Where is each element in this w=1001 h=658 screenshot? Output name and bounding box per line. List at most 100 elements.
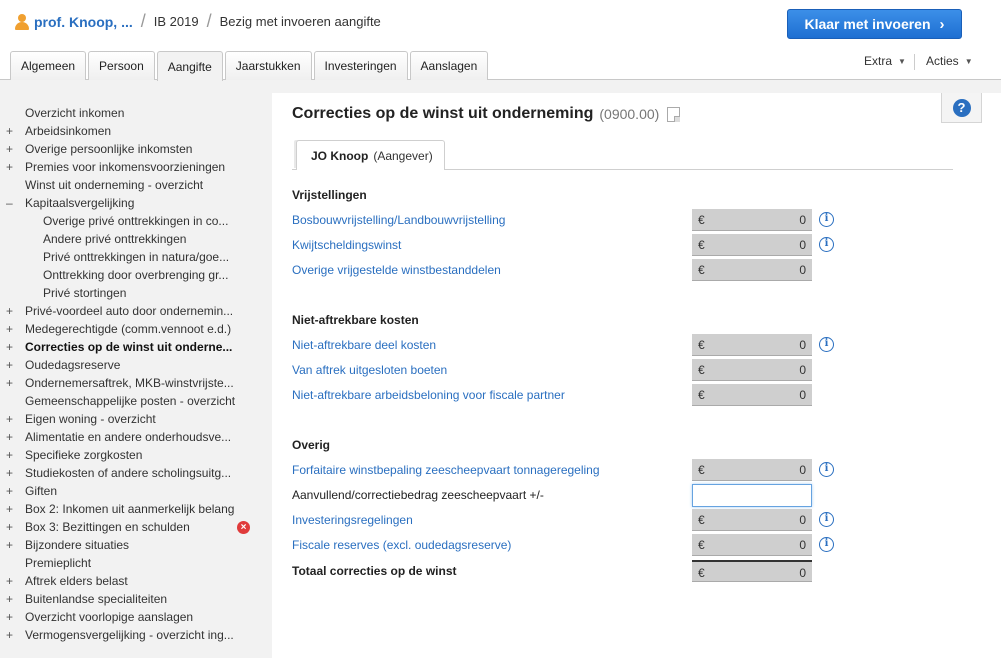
sidebar-item-kapitaalsvergelijking[interactable]: – Kapitaalsvergelijking bbox=[0, 194, 270, 212]
sidebar-item-arbeidsinkomen[interactable]: + Arbeidsinkomen bbox=[0, 122, 270, 140]
page-title: Correcties op de winst uit onderneming (… bbox=[292, 105, 681, 123]
sidebar-item-premies-voor-inkomensvoorzieningen[interactable]: + Premies voor inkomensvoorzieningen bbox=[0, 158, 270, 176]
field-label-van-aftrek-uitgesloten-boeten[interactable]: Van aftrek uitgesloten boeten bbox=[292, 363, 447, 377]
info-icon[interactable]: i bbox=[819, 512, 834, 527]
expand-icon[interactable]: + bbox=[6, 590, 16, 608]
top-bar: prof. Knoop, ... / IB 2019 / Bezig met i… bbox=[0, 0, 1001, 81]
expand-icon[interactable]: + bbox=[6, 500, 16, 518]
sidebar-item-box-2-inkomen-uit-aanmerkelijk-belang[interactable]: + Box 2: Inkomen uit aanmerkelijk belang bbox=[0, 500, 270, 518]
tab-persoon[interactable]: Persoon bbox=[88, 51, 155, 80]
sidebar-item-correcties-op-de-winst-uit-onderne[interactable]: + Correcties op de winst uit onderne... bbox=[0, 338, 270, 356]
form-row: Fiscale reserves (excl. oudedagsreserve)… bbox=[272, 534, 1001, 559]
expand-icon[interactable]: + bbox=[6, 626, 16, 644]
expand-icon[interactable]: + bbox=[6, 608, 16, 626]
field-label-kwijtscheldingswinst[interactable]: Kwijtscheldingswinst bbox=[292, 238, 401, 252]
expand-icon[interactable]: + bbox=[6, 518, 16, 536]
expand-icon[interactable]: + bbox=[6, 572, 16, 590]
amount-value: 0 bbox=[799, 263, 806, 277]
sidebar-item-buitenlandse-specialiteiten[interactable]: + Buitenlandse specialiteiten bbox=[0, 590, 270, 608]
sidebar-item-giften[interactable]: + Giften bbox=[0, 482, 270, 500]
sidebar-item-priv-stortingen[interactable]: Privé stortingen bbox=[0, 284, 270, 302]
sidebar-item-oudedagsreserve[interactable]: + Oudedagsreserve bbox=[0, 356, 270, 374]
sidebar-item-priv-voordeel-auto-door-ondernemin[interactable]: + Privé-voordeel auto door ondernemin... bbox=[0, 302, 270, 320]
collapse-icon[interactable]: – bbox=[6, 194, 16, 212]
expand-icon[interactable]: + bbox=[6, 356, 16, 374]
amount-value: 0 bbox=[799, 213, 806, 227]
sidebar-item-aftrek-elders-belast[interactable]: + Aftrek elders belast bbox=[0, 572, 270, 590]
sidebar-item-alimentatie-en-andere-onderhoudsve[interactable]: + Alimentatie en andere onderhoudsve... bbox=[0, 428, 270, 446]
extra-menu-label: Extra bbox=[864, 54, 893, 68]
sidebar-item-vermogensvergelijking-overzicht-ing[interactable]: + Vermogensvergelijking - overzicht ing..… bbox=[0, 626, 270, 644]
amount-value: 0 bbox=[799, 363, 806, 377]
sidebar-item-eigen-woning-overzicht[interactable]: + Eigen woning - overzicht bbox=[0, 410, 270, 428]
sidebar-item-andere-priv-onttrekkingen[interactable]: Andere privé onttrekkingen bbox=[0, 230, 270, 248]
sidebar-item-winst-uit-onderneming-overzicht[interactable]: Winst uit onderneming - overzicht bbox=[0, 176, 270, 194]
sidebar-item-gemeenschappelijke-posten-overzicht[interactable]: Gemeenschappelijke posten - overzicht bbox=[0, 392, 270, 410]
correction-amount-input[interactable] bbox=[692, 484, 812, 507]
note-icon[interactable] bbox=[667, 106, 681, 122]
amount-value: 0 bbox=[799, 238, 806, 252]
info-icon[interactable]: i bbox=[819, 337, 834, 352]
expand-icon[interactable]: + bbox=[6, 536, 16, 554]
amount-field: €0 bbox=[692, 459, 812, 481]
currency-symbol: € bbox=[698, 538, 705, 552]
sidebar-item-specifieke-zorgkosten[interactable]: + Specifieke zorgkosten bbox=[0, 446, 270, 464]
sidebar-item-overzicht-voorlopige-aanslagen[interactable]: + Overzicht voorlopige aanslagen bbox=[0, 608, 270, 626]
field-label-forfaitaire-winstbepaling-zeescheepvaart[interactable]: Forfaitaire winstbepaling zeescheepvaart… bbox=[292, 463, 600, 477]
sidebar-item-bijzondere-situaties[interactable]: + Bijzondere situaties bbox=[0, 536, 270, 554]
field-label-overige-vrijgestelde-winstbestanddelen[interactable]: Overige vrijgestelde winstbestanddelen bbox=[292, 263, 501, 277]
person-tab[interactable]: JO Knoop (Aangever) bbox=[296, 140, 445, 170]
expand-icon[interactable]: + bbox=[6, 410, 16, 428]
sidebar-item-medegerechtigde-comm-vennoot-e-d[interactable]: + Medegerechtigde (comm.vennoot e.d.) bbox=[0, 320, 270, 338]
acties-menu[interactable]: Acties ▼ bbox=[926, 54, 973, 68]
expand-icon[interactable]: + bbox=[6, 140, 16, 158]
extra-menu[interactable]: Extra ▼ bbox=[864, 54, 906, 68]
field-label-niet-aftrekbare-arbeidsbeloning-voor-fis[interactable]: Niet-aftrekbare arbeidsbeloning voor fis… bbox=[292, 388, 565, 402]
finish-input-button[interactable]: Klaar met invoeren › bbox=[787, 9, 962, 39]
expand-icon[interactable]: + bbox=[6, 338, 16, 356]
expand-icon[interactable]: + bbox=[6, 374, 16, 392]
field-label-niet-aftrekbare-deel-kosten[interactable]: Niet-aftrekbare deel kosten bbox=[292, 338, 436, 352]
sidebar-item-priv-onttrekkingen-in-natura-goe[interactable]: Privé onttrekkingen in natura/goe... bbox=[0, 248, 270, 266]
sidebar-item-label: Bijzondere situaties bbox=[25, 538, 130, 552]
tab-algemeen[interactable]: Algemeen bbox=[10, 51, 87, 80]
info-icon[interactable]: i bbox=[819, 462, 834, 477]
client-link[interactable]: prof. Knoop, ... bbox=[34, 14, 133, 30]
year-crumb[interactable]: IB 2019 bbox=[154, 14, 199, 29]
expand-icon[interactable]: + bbox=[6, 158, 16, 176]
help-button[interactable]: ? bbox=[941, 93, 982, 123]
expand-icon[interactable]: + bbox=[6, 320, 16, 338]
sidebar-item-premieplicht[interactable]: Premieplicht bbox=[0, 554, 270, 572]
sidebar-item-box-3-bezittingen-en-schulden[interactable]: + Box 3: Bezittingen en schulden × bbox=[0, 518, 270, 536]
field-label-fiscale-reserves-excl-oudedagsreserve[interactable]: Fiscale reserves (excl. oudedagsreserve) bbox=[292, 538, 511, 552]
expand-icon[interactable]: + bbox=[6, 428, 16, 446]
currency-symbol: € bbox=[698, 388, 705, 402]
expand-icon[interactable]: + bbox=[6, 482, 16, 500]
info-icon[interactable]: i bbox=[819, 212, 834, 227]
field-label-bosbouwvrijstelling-landbouwvrijstelling[interactable]: Bosbouwvrijstelling/Landbouwvrijstelling bbox=[292, 213, 505, 227]
sidebar-item-studiekosten-of-andere-scholingsuitg[interactable]: + Studiekosten of andere scholingsuitg... bbox=[0, 464, 270, 482]
sidebar-item-label: Medegerechtigde (comm.vennoot e.d.) bbox=[25, 322, 232, 336]
tab-jaarstukken[interactable]: Jaarstukken bbox=[224, 51, 312, 80]
expand-icon[interactable]: + bbox=[6, 122, 16, 140]
info-icon[interactable]: i bbox=[819, 237, 834, 252]
expand-icon[interactable]: + bbox=[6, 464, 16, 482]
tab-investeringen[interactable]: Investeringen bbox=[313, 51, 408, 80]
expand-icon[interactable]: + bbox=[6, 302, 16, 320]
field-label-aanvullend-correctiebedrag-zeescheepvaar: Aanvullend/correctiebedrag zeescheepvaar… bbox=[292, 488, 544, 502]
sidebar-item-ondernemersaftrek-mkb-winstvrijste[interactable]: + Ondernemersaftrek, MKB-winstvrijste... bbox=[0, 374, 270, 392]
sidebar-item-onttrekking-door-overbrenging-gr[interactable]: Onttrekking door overbrenging gr... bbox=[0, 266, 270, 284]
sidebar-item-overige-persoonlijke-inkomsten[interactable]: + Overige persoonlijke inkomsten bbox=[0, 140, 270, 158]
menu-divider bbox=[914, 54, 915, 70]
sidebar-item-overzicht-inkomen[interactable]: Overzicht inkomen bbox=[0, 104, 270, 122]
info-icon[interactable]: i bbox=[819, 537, 834, 552]
field-label-investeringsregelingen[interactable]: Investeringsregelingen bbox=[292, 513, 413, 527]
amount-field: €0 bbox=[692, 209, 812, 231]
amount-value: 0 bbox=[799, 388, 806, 402]
section-title-overig: Overig bbox=[292, 438, 331, 452]
sidebar-item-overige-priv-onttrekkingen-in-co[interactable]: Overige privé onttrekkingen in co... bbox=[0, 212, 270, 230]
sidebar-item-label: Privé stortingen bbox=[43, 286, 127, 300]
tab-aangifte[interactable]: Aangifte bbox=[156, 51, 223, 81]
tab-aanslagen[interactable]: Aanslagen bbox=[409, 51, 489, 80]
expand-icon[interactable]: + bbox=[6, 446, 16, 464]
